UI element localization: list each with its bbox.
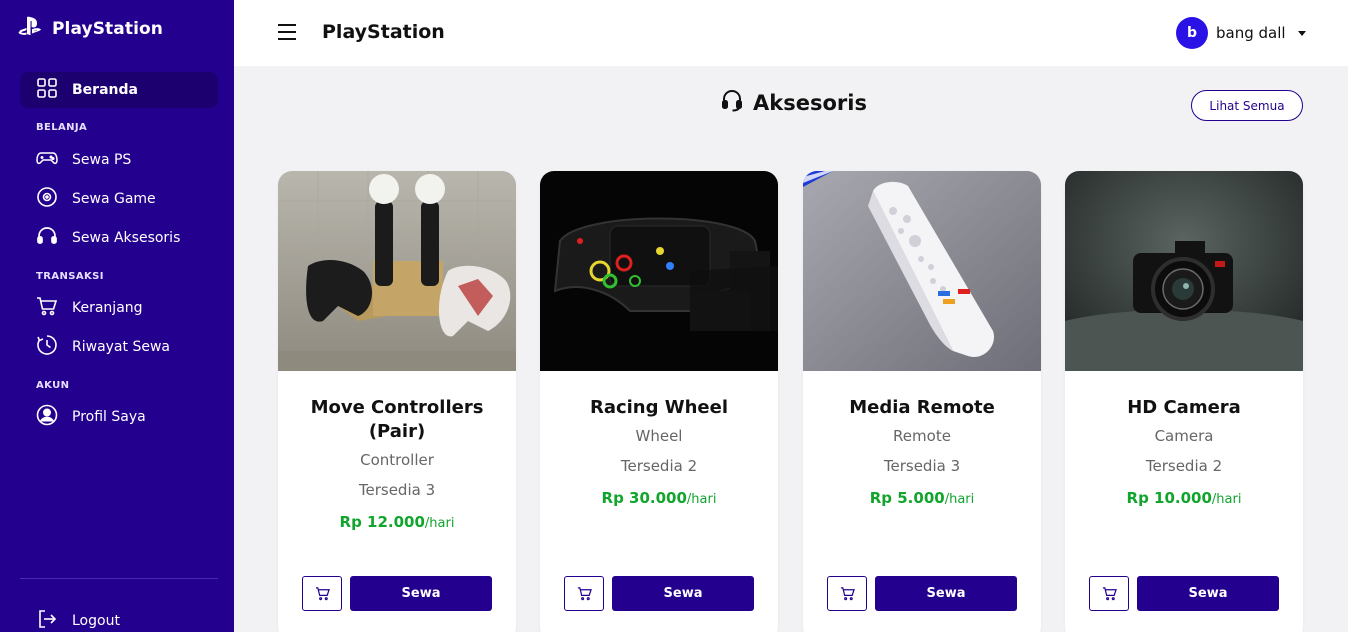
add-to-cart-button[interactable] [827,576,867,611]
headset-icon [36,225,58,251]
product-name: HD Camera [1127,397,1241,418]
cart-icon [36,295,58,321]
playstation-logo-icon [18,16,42,42]
add-to-cart-button[interactable] [302,576,342,611]
product-price: Rp 5.000/hari [803,489,1041,507]
section-title: Aksesoris [753,90,867,115]
price-value: Rp 5.000 [869,489,945,507]
product-image-hd-camera[interactable] [1065,171,1303,371]
product-type: Remote [893,427,951,445]
disc-icon [36,186,58,212]
cart-icon [577,587,592,601]
sidebar-item-label: Sewa Game [72,191,156,207]
product-card: HD Camera Camera Tersedia 2 Rp 10.000/ha… [1065,171,1303,632]
section-label-akun: AKUN [36,380,70,391]
product-stock: Tersedia 3 [358,481,436,499]
logout-icon [36,608,58,632]
sidebar: PlayStation Beranda BELANJA Sewa PS Sewa… [0,0,234,632]
price-unit: /hari [686,492,717,507]
history-icon [36,334,58,360]
logout-label: Logout [72,613,120,629]
price-unit: /hari [1211,492,1242,507]
sidebar-item-sewa-game[interactable]: Sewa Game [20,181,218,217]
product-image-move-controllers[interactable] [278,171,516,371]
sidebar-item-label: Sewa PS [72,152,132,168]
product-card: Racing Wheel Wheel Tersedia 2 Rp 30.000/… [540,171,778,632]
headset-icon [721,88,743,117]
page-title: PlayStation [322,21,445,43]
cart-icon [315,587,330,601]
product-card: Move Controllers (Pair) Controller Terse… [278,171,516,632]
section-label-belanja: BELANJA [36,122,88,133]
avatar: b [1176,17,1208,49]
product-card: Media Remote Remote Tersedia 3 Rp 5.000/… [803,171,1041,632]
sidebar-item-keranjang[interactable]: Keranjang [20,290,218,326]
sidebar-item-label: Sewa Aksesoris [72,230,181,246]
sidebar-item-beranda[interactable]: Beranda [20,72,218,108]
section-heading: Aksesoris [721,88,867,117]
sidebar-item-sewa-aksesoris[interactable]: Sewa Aksesoris [20,220,218,256]
brand-name: PlayStation [52,19,163,39]
rent-button[interactable]: Sewa [1137,576,1279,611]
top-header: PlayStation b bang dall [234,0,1348,66]
product-image-media-remote[interactable] [803,171,1041,371]
grid-icon [36,77,58,103]
product-stock: Tersedia 2 [620,457,698,475]
sidebar-divider [20,578,218,579]
sidebar-item-riwayat-sewa[interactable]: Riwayat Sewa [20,329,218,365]
section-label-transaksi: TRANSAKSI [36,271,104,282]
user-name: bang dall [1216,24,1286,42]
product-type: Controller [360,451,434,469]
price-value: Rp 30.000 [601,489,687,507]
sidebar-item-profil-saya[interactable]: Profil Saya [20,399,218,435]
rent-button[interactable]: Sewa [875,576,1017,611]
cart-icon [840,587,855,601]
rent-button[interactable]: Sewa [350,576,492,611]
cart-icon [1102,587,1117,601]
price-value: Rp 10.000 [1126,489,1212,507]
brand[interactable]: PlayStation [18,16,163,42]
price-unit: /hari [944,492,975,507]
sidebar-item-label: Beranda [72,82,138,98]
product-type: Wheel [635,427,683,445]
product-name: Media Remote [849,397,995,418]
user-circle-icon [36,404,58,430]
product-type: Camera [1154,427,1214,445]
product-name: Move Controllers (Pair) [310,397,484,442]
product-price: Rp 10.000/hari [1065,489,1303,507]
price-unit: /hari [424,516,455,531]
see-all-button[interactable]: Lihat Semua [1191,90,1303,121]
product-price: Rp 12.000/hari [278,513,516,531]
sidebar-item-sewa-ps[interactable]: Sewa PS [20,142,218,178]
add-to-cart-button[interactable] [564,576,604,611]
product-name: Racing Wheel [589,397,729,418]
product-stock: Tersedia 2 [1145,457,1223,475]
chevron-down-icon [1297,30,1306,36]
sidebar-item-label: Profil Saya [72,409,146,425]
price-value: Rp 12.000 [339,513,425,531]
product-image-racing-wheel[interactable] [540,171,778,371]
rent-button[interactable]: Sewa [612,576,754,611]
sidebar-item-label: Keranjang [72,300,143,316]
product-price: Rp 30.000/hari [540,489,778,507]
hamburger-menu-icon[interactable] [278,24,296,40]
user-menu[interactable]: b bang dall [1176,17,1306,49]
gamepad-icon [36,147,58,173]
add-to-cart-button[interactable] [1089,576,1129,611]
logout-button[interactable]: Logout [20,603,218,632]
product-stock: Tersedia 3 [883,457,961,475]
sidebar-item-label: Riwayat Sewa [72,339,170,355]
